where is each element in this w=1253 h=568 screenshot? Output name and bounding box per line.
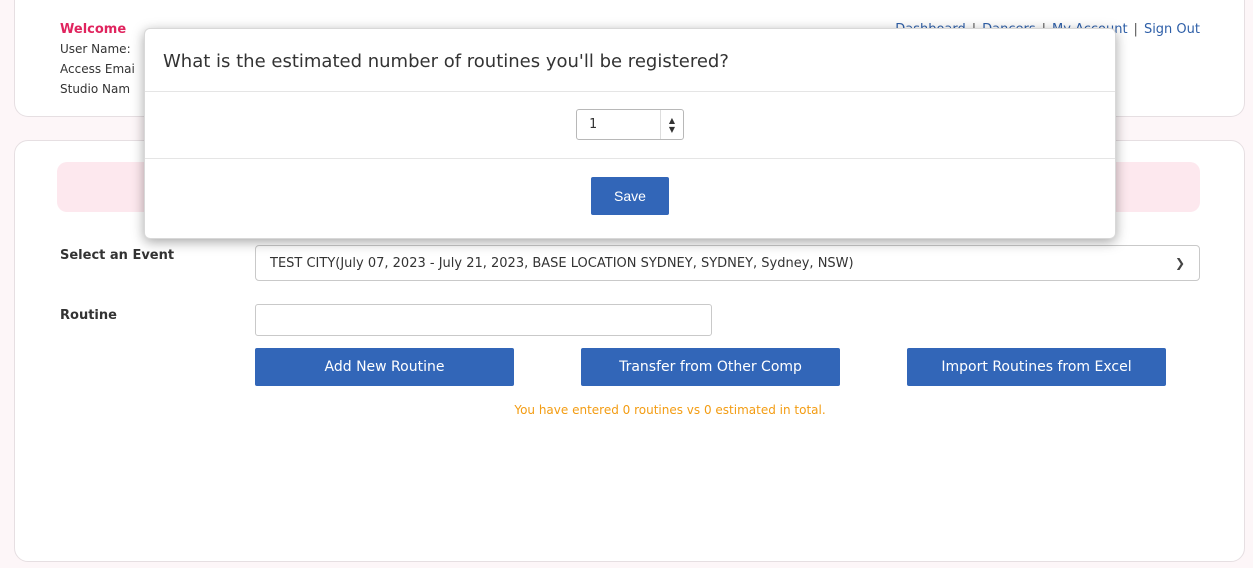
studio-name-label: Studio Nam (60, 82, 131, 96)
add-new-routine-button[interactable]: Add New Routine (255, 348, 514, 386)
chevron-down-icon: ❯ (1174, 256, 1185, 270)
estimate-modal: What is the estimated number of routines… (144, 28, 1116, 239)
access-email-label: Access Emai (60, 62, 135, 76)
welcome-heading: Welcome (60, 22, 127, 37)
modal-divider-bottom (145, 158, 1115, 159)
transfer-button[interactable]: Transfer from Other Comp (581, 348, 840, 386)
save-button[interactable]: Save (591, 177, 669, 215)
event-label: Select an Event (60, 248, 175, 263)
import-excel-button[interactable]: Import Routines from Excel (907, 348, 1166, 386)
event-select[interactable]: TEST CITY(July 07, 2023 - July 21, 2023,… (255, 245, 1200, 281)
stepper-value: 1 (589, 117, 597, 132)
modal-title: What is the estimated number of routines… (163, 51, 729, 72)
routine-label: Routine (60, 308, 117, 323)
modal-divider-top (145, 91, 1115, 92)
nav-sign-out[interactable]: Sign Out (1144, 22, 1200, 37)
routine-count-stepper[interactable]: 1 ▲ ▼ (576, 109, 684, 140)
routine-input[interactable] (255, 304, 712, 336)
user-name-label: User Name: (60, 42, 131, 56)
routine-count-note: You have entered 0 routines vs 0 estimat… (514, 403, 826, 417)
stepper-arrows-icon[interactable]: ▲ ▼ (660, 110, 683, 139)
event-select-value: TEST CITY(July 07, 2023 - July 21, 2023,… (270, 255, 854, 271)
